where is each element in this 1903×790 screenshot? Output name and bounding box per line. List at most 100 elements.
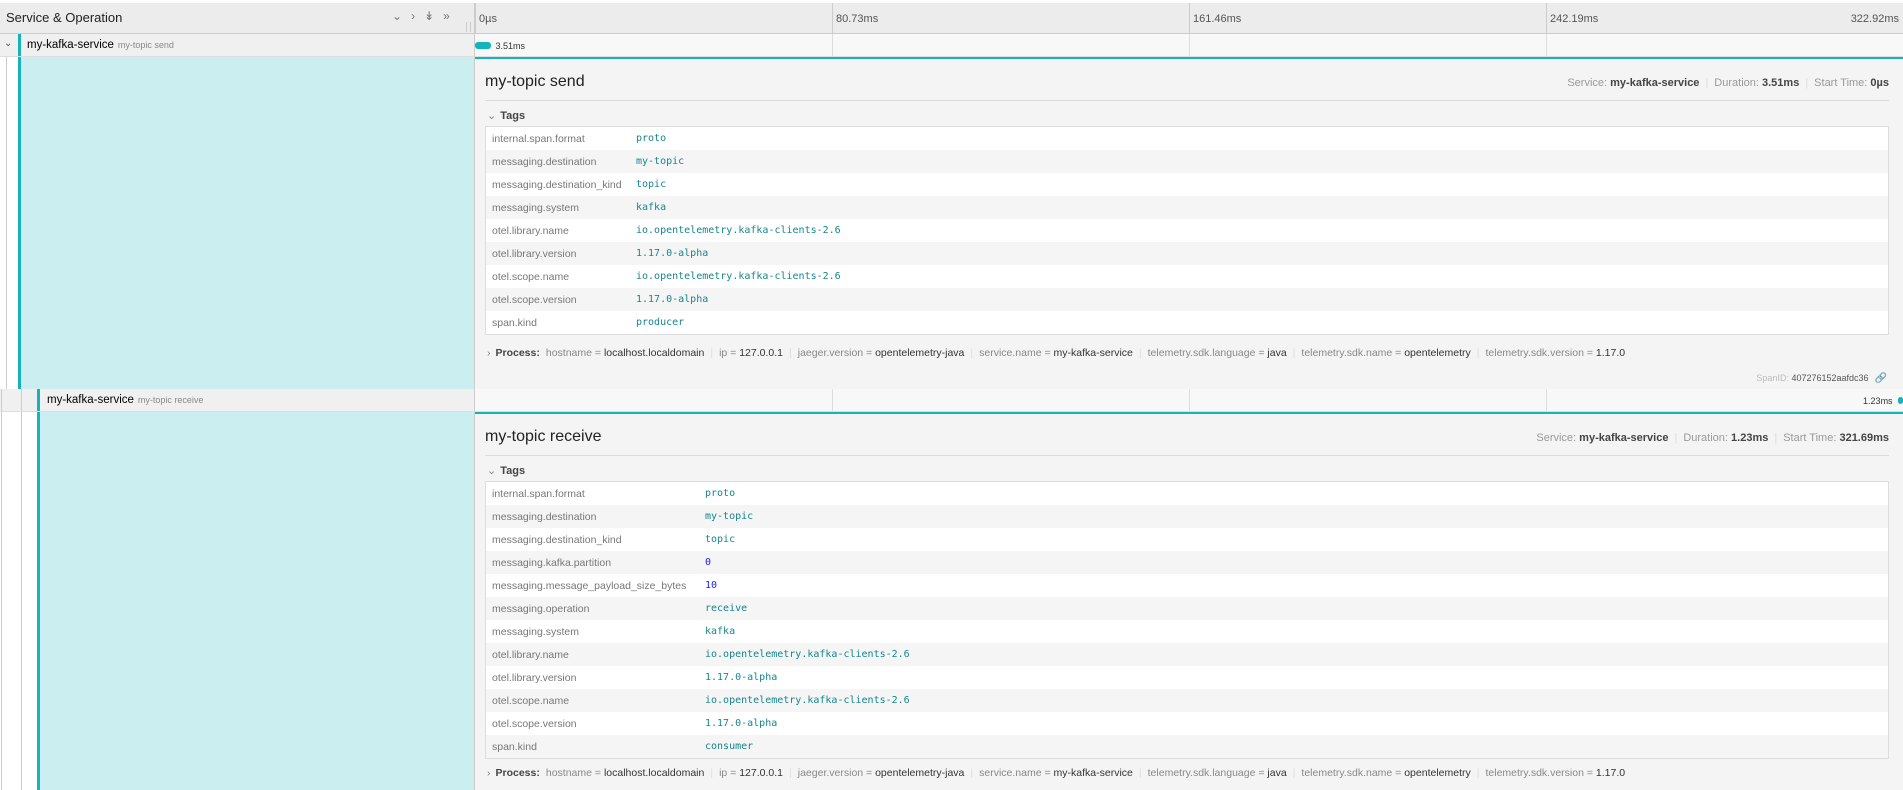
process-value: 127.0.0.1 [739,347,784,359]
process-item: ip = 127.0.0.1 [719,347,783,359]
tag-key: internal.span.format [492,487,585,500]
tag-value: io.opentelemetry.kafka-clients-2.6 [636,225,841,236]
tag-key: messaging.destination [492,155,597,168]
tags-toggle[interactable]: ⌄ Tags [487,464,525,477]
tag-key: otel.library.version [492,247,577,260]
expand-all-icon[interactable]: » [443,9,450,23]
process-value: opentelemetry-java [875,347,965,359]
grid-line [1546,34,1547,56]
process-item: hostname = localhost.localdomain [546,767,704,779]
collapse-all-icon[interactable]: ↡ [424,9,434,23]
timeline-header: Service & Operation ⌄ › ↡ » 0µs 80.73ms … [0,3,1903,34]
detail-fill [37,412,474,790]
process-key: telemetry.sdk.name = [1301,767,1405,779]
process-value: localhost.localdomain [603,347,705,359]
process-label: Process: [495,767,540,779]
grid-line [1189,34,1190,56]
tree-guide [6,57,7,389]
meta-start-time: 321.69ms [1839,432,1889,444]
process-value: localhost.localdomain [603,767,705,779]
span-name-cell[interactable]: ⌄ my-kafka-service my-topic send [0,34,475,56]
process-value: my-kafka-service [1053,767,1133,779]
process-key: service.name = [979,347,1054,359]
tick-label: 0µs [479,13,497,25]
tag-key: messaging.system [492,625,579,638]
tag-row[interactable]: otel.library.version 1.17.0-alpha [486,242,1888,265]
tag-value: kafka [705,626,736,637]
tag-row[interactable]: internal.span.format proto [486,482,1888,505]
process-item: service.name = my-kafka-service [979,767,1133,779]
tree-guide [21,389,22,411]
process-section[interactable]: › Process: hostname = localhost.localdomai… [487,347,1625,359]
span-bar[interactable] [1897,397,1903,404]
process-section[interactable]: › Process: hostname = localhost.localdomai… [487,767,1625,779]
tag-row[interactable]: otel.scope.name io.opentelemetry.kafka-cl… [486,689,1888,712]
tags-table: internal.span.format proto messaging.desti… [485,126,1889,335]
tick: 242.19ms [1546,3,1598,33]
process-value: 1.17.0 [1595,767,1626,779]
tags-toggle[interactable]: ⌄ Tags [487,109,525,122]
tag-key: span.kind [492,316,537,329]
process-item: hostname = localhost.localdomain [546,347,704,359]
tag-key: messaging.kafka.partition [492,556,612,569]
process-key: telemetry.sdk.language = [1147,347,1268,359]
span-bar[interactable] [475,42,491,49]
tag-row[interactable]: otel.library.name io.opentelemetry.kafka-… [486,643,1888,666]
meta-start-time: 0µs [1870,77,1889,89]
collapse-one-icon[interactable]: ⌄ [392,9,402,23]
tag-row[interactable]: messaging.destination_kind topic [486,173,1888,196]
tag-value: io.opentelemetry.kafka-clients-2.6 [705,649,910,660]
service-name: my-kafka-service [47,394,134,406]
tag-row[interactable]: otel.scope.name io.opentelemetry.kafka-cl… [486,265,1888,288]
tag-value: kafka [636,202,667,213]
chevron-right-icon: › [487,767,491,779]
meta-duration: 1.23ms [1731,432,1769,444]
process-key: jaeger.version = [797,767,876,779]
tag-row[interactable]: internal.span.format proto [486,127,1888,150]
grid-line [832,389,833,411]
tag-row[interactable]: otel.scope.version 1.17.0-alpha [486,712,1888,735]
tag-row[interactable]: messaging.kafka.partition 0 [486,551,1888,574]
process-item: jaeger.version = opentelemetry-java [798,347,965,359]
column-resizer-handle[interactable] [466,22,471,32]
tag-row[interactable]: messaging.system kafka [486,196,1888,219]
process-value: opentelemetry-java [875,767,965,779]
process-value: opentelemetry [1404,347,1471,359]
tag-row[interactable]: otel.scope.version 1.17.0-alpha [486,288,1888,311]
chevron-down-icon[interactable]: ⌄ [4,38,12,49]
tag-row[interactable]: otel.library.name io.opentelemetry.kafka-… [486,219,1888,242]
tick-label: 161.46ms [1193,13,1242,25]
expand-one-icon[interactable]: › [411,9,415,23]
span-timeline-cell[interactable]: 3.51ms [475,34,1903,56]
process-key: ip = [719,767,740,779]
tag-key: messaging.destination_kind [492,533,622,546]
tag-row[interactable]: span.kind consumer [486,735,1888,758]
tag-value: 1.17.0-alpha [636,294,709,305]
span-detail: my-topic receive Service: my-kafka-servi… [0,412,1903,790]
tag-row[interactable]: messaging.operation receive [486,597,1888,620]
span-service-name: my-kafka-service my-topic receive [47,394,203,406]
tag-row[interactable]: otel.library.version 1.17.0-alpha [486,666,1888,689]
span-row[interactable]: my-kafka-service my-topic receive 1.23ms [0,389,1903,412]
tag-row[interactable]: messaging.destination_kind topic [486,528,1888,551]
tag-row[interactable]: messaging.destination my-topic [486,150,1888,173]
span-duration-label: 3.51ms [495,41,526,51]
span-timeline-cell[interactable]: 1.23ms [475,389,1903,411]
span-row[interactable]: ⌄ my-kafka-service my-topic send 3.51ms [0,34,1903,57]
link-icon[interactable]: 🔗 [1875,373,1887,384]
process-label: Process: [495,347,540,359]
tag-row[interactable]: messaging.destination my-topic [486,505,1888,528]
tag-row[interactable]: messaging.message_payload_size_bytes 10 [486,574,1888,597]
process-item: telemetry.sdk.name = opentelemetry [1301,767,1470,779]
span-name-cell[interactable]: my-kafka-service my-topic receive [0,389,475,411]
tag-row[interactable]: span.kind producer [486,311,1888,334]
tag-key: otel.library.name [492,648,569,661]
process-value: java [1267,347,1287,359]
spanid-label: SpanID: [1756,373,1789,383]
tag-key: messaging.operation [492,602,590,615]
tick: 161.46ms [1189,3,1241,33]
span-detail: my-topic send Service: my-kafka-service |… [0,57,1903,389]
meta-label: Duration: [1714,77,1759,89]
tag-key: otel.scope.name [492,270,570,283]
tag-row[interactable]: messaging.system kafka [486,620,1888,643]
